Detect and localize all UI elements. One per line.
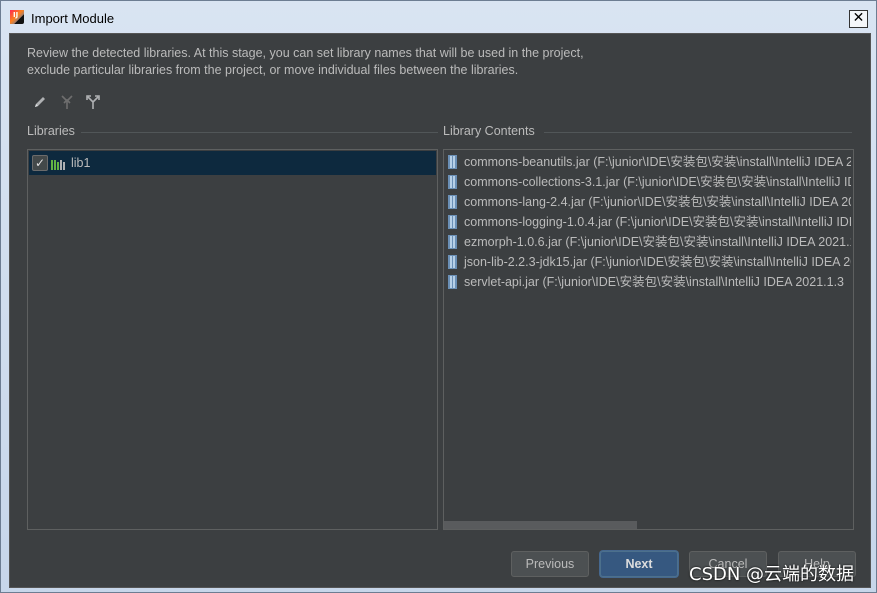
horizontal-scrollbar[interactable] — [444, 521, 637, 529]
libraries-list[interactable]: ✓ lib1 — [27, 149, 438, 530]
dialog-content: Review the detected libraries. At this s… — [9, 33, 871, 588]
description: Review the detected libraries. At this s… — [27, 45, 584, 79]
jar-name: commons-lang-2.4.jar (F:\junior\IDE\安装包\… — [464, 195, 851, 209]
edit-icon[interactable] — [32, 94, 48, 110]
jar-icon — [448, 175, 457, 189]
list-item[interactable]: commons-beanutils.jar (F:\junior\IDE\安装包… — [444, 152, 851, 172]
jar-icon — [448, 195, 457, 209]
library-contents-label: Library Contents — [443, 124, 541, 138]
jar-list: commons-beanutils.jar (F:\junior\IDE\安装包… — [444, 152, 851, 292]
libraries-label: Libraries — [27, 124, 81, 138]
watermark: CSDN @云端的数据 — [689, 564, 855, 585]
title-bar: Import Module ✕ — [1, 1, 876, 34]
close-button[interactable]: ✕ — [849, 10, 868, 28]
jar-name: json-lib-2.2.3-jdk15.jar (F:\junior\IDE\… — [464, 255, 851, 269]
contents-separator — [544, 132, 852, 133]
list-item[interactable]: commons-collections-3.1.jar (F:\junior\I… — [444, 172, 851, 192]
list-item[interactable]: ezmorph-1.0.6.jar (F:\junior\IDE\安装包\安装\… — [444, 232, 851, 252]
library-contents-list[interactable]: commons-beanutils.jar (F:\junior\IDE\安装包… — [443, 149, 854, 530]
jar-icon — [448, 235, 457, 249]
list-item[interactable]: commons-lang-2.4.jar (F:\junior\IDE\安装包\… — [444, 192, 851, 212]
description-line-2: exclude particular libraries from the pr… — [27, 63, 519, 77]
lib1-checkbox[interactable]: ✓ — [32, 155, 48, 171]
library-name: lib1 — [71, 156, 91, 170]
list-item[interactable]: json-lib-2.2.3-jdk15.jar (F:\junior\IDE\… — [444, 252, 851, 272]
jar-name: commons-logging-1.0.4.jar (F:\junior\IDE… — [464, 215, 851, 229]
jar-name: commons-collections-3.1.jar (F:\junior\I… — [464, 175, 851, 189]
libraries-separator — [80, 132, 438, 133]
list-item[interactable]: servlet-api.jar (F:\junior\IDE\安装包\安装\in… — [444, 272, 851, 292]
previous-button[interactable]: Previous — [511, 551, 589, 577]
next-button[interactable]: Next — [600, 551, 678, 577]
intellij-app-icon — [10, 10, 24, 24]
jar-icon — [448, 275, 457, 289]
jar-icon — [448, 215, 457, 229]
jar-icon — [448, 155, 457, 169]
close-icon[interactable]: ✕ — [853, 10, 865, 26]
list-item[interactable]: commons-logging-1.0.4.jar (F:\junior\IDE… — [444, 212, 851, 232]
library-icon — [51, 156, 67, 175]
window-title: Import Module — [31, 11, 115, 26]
jar-name: commons-beanutils.jar (F:\junior\IDE\安装包… — [464, 155, 851, 169]
library-row-lib1[interactable]: ✓ lib1 — [29, 151, 436, 175]
description-line-1: Review the detected libraries. At this s… — [27, 46, 584, 60]
split-icon[interactable] — [85, 94, 101, 110]
merge-icon[interactable] — [59, 94, 75, 110]
jar-name: ezmorph-1.0.6.jar (F:\junior\IDE\安装包\安装\… — [464, 235, 851, 249]
jar-name: servlet-api.jar (F:\junior\IDE\安装包\安装\in… — [464, 275, 844, 289]
import-module-dialog: Import Module ✕ Review the detected libr… — [0, 0, 877, 593]
jar-icon — [448, 255, 457, 269]
